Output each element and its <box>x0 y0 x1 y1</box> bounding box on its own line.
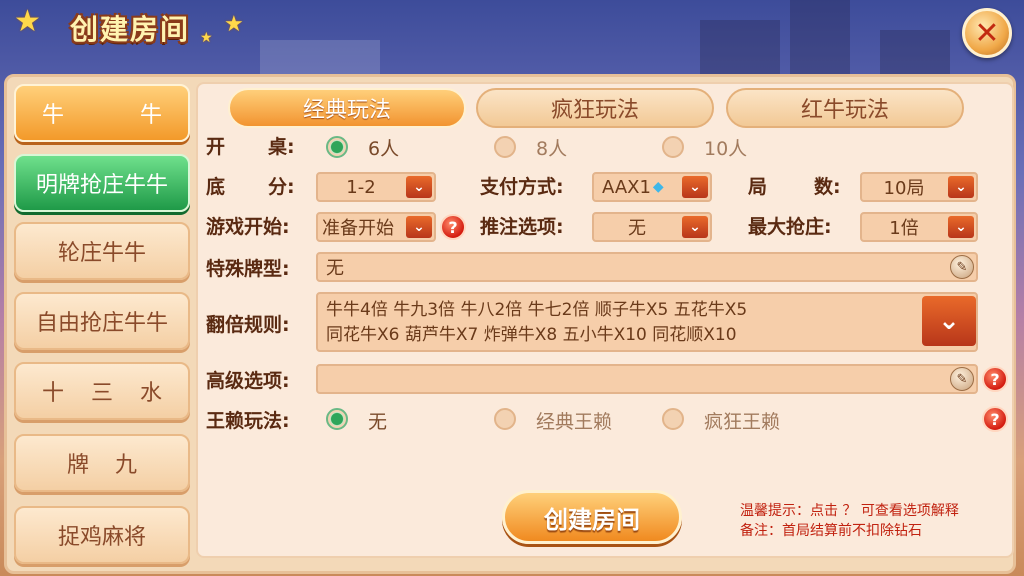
left-tab-label: 牛 <box>42 103 65 128</box>
left-tab-label: 水 <box>139 381 162 406</box>
left-tab-label: 牌 <box>67 453 90 478</box>
left-tab-paijiu[interactable]: 牌九 <box>14 434 190 492</box>
bet-option-select[interactable]: 无 ⌄ <box>592 212 712 242</box>
left-tab-label: 十 <box>42 381 65 406</box>
radio-label: 6人 <box>368 138 400 160</box>
payment-label: 支付方式: <box>480 176 564 198</box>
close-button[interactable]: ✕ <box>962 8 1012 58</box>
tab-label: 疯狂玩法 <box>550 98 639 123</box>
chevron-down-icon: ⌄ <box>682 176 708 198</box>
left-tab-label: 轮庄牛牛 <box>57 241 146 266</box>
base-score-label-b: 分: <box>268 176 295 198</box>
wildcard-label: 王赖玩法: <box>206 410 290 432</box>
radio-label: 10人 <box>704 138 748 160</box>
left-tab-zhuoji[interactable]: 捉鸡麻将 <box>14 506 190 564</box>
left-tab-label: 捉鸡麻将 <box>57 525 146 550</box>
tab-crazy[interactable]: 疯狂玩法 <box>476 88 714 128</box>
chevron-down-icon[interactable]: ⌄ <box>922 296 976 346</box>
tab-label: 红牛玩法 <box>800 98 889 123</box>
select-value: 1-2 <box>346 176 376 198</box>
chevron-down-icon: ⌄ <box>948 176 974 198</box>
max-banker-select[interactable]: 1倍 ⌄ <box>860 212 978 242</box>
table-label-b: 桌: <box>268 136 295 158</box>
star-icon: ★ <box>224 12 244 37</box>
close-icon: ✕ <box>974 15 1000 51</box>
radio-wildcard-crazy[interactable] <box>662 408 684 430</box>
radio-label: 疯狂王赖 <box>704 411 781 433</box>
double-rules-field[interactable]: 牛牛4倍 牛九3倍 牛八2倍 牛七2倍 顺子牛X5 五花牛X5 同花牛X6 葫芦… <box>316 292 978 352</box>
page-title: 创建房间 <box>40 6 220 50</box>
field-value: 无 <box>326 258 344 279</box>
select-value: 1倍 <box>889 218 919 239</box>
double-rules-label: 翻倍规则: <box>206 314 290 336</box>
chevron-down-icon: ⌄ <box>682 216 708 238</box>
radio-10-players[interactable] <box>662 136 684 158</box>
radio-6-players[interactable] <box>326 136 348 158</box>
tab-red-niu[interactable]: 红牛玩法 <box>726 88 964 128</box>
rounds-label-a: 局 <box>748 176 768 198</box>
note-text: 备注：首局结算前不扣除钻石 <box>740 523 922 539</box>
help-icon[interactable]: ? <box>982 406 1008 432</box>
radio-8-players[interactable] <box>494 136 516 158</box>
create-room-button[interactable]: 创建房间 <box>502 490 682 544</box>
left-tab-label: 牛 <box>139 103 162 128</box>
double-rules-line: 牛牛4倍 牛九3倍 牛八2倍 牛七2倍 顺子牛X5 五花牛X5 <box>326 300 748 320</box>
base-score-label-a: 底 <box>206 176 226 198</box>
bet-option-label: 推注选项: <box>480 216 564 238</box>
help-icon[interactable]: ? <box>440 214 466 240</box>
chevron-down-icon: ⌄ <box>406 216 432 238</box>
game-start-select[interactable]: 准备开始 ⌄ <box>316 212 436 242</box>
pin-icon[interactable]: ✎ <box>950 367 974 391</box>
radio-label: 经典王赖 <box>536 411 613 433</box>
radio-label: 无 <box>368 411 388 433</box>
tab-classic[interactable]: 经典玩法 <box>228 88 466 128</box>
advanced-field[interactable] <box>316 364 978 394</box>
left-tab-label: 三 <box>90 381 113 406</box>
base-score-select[interactable]: 1-2 ⌄ <box>316 172 436 202</box>
double-rules-line: 同花牛X6 葫芦牛X7 炸弹牛X8 五小牛X10 同花顺X10 <box>326 325 737 345</box>
left-tab-shisanshui[interactable]: 十三 水 <box>14 362 190 420</box>
select-value: 无 <box>628 218 646 239</box>
left-tab-niuniu[interactable]: 牛牛 <box>14 84 190 142</box>
star-icon: ★ <box>14 4 41 39</box>
create-room-label: 创建房间 <box>544 505 640 534</box>
diamond-icon: ◆ <box>652 179 664 195</box>
game-start-label: 游戏开始: <box>206 216 290 238</box>
tab-label: 经典玩法 <box>302 98 391 123</box>
payment-select[interactable]: AAX1 ◆ ⌄ <box>592 172 712 202</box>
left-tab-label: 明牌抢庄牛牛 <box>35 173 168 198</box>
left-tab-mingpai[interactable]: 明牌抢庄牛牛 <box>14 154 190 212</box>
chevron-down-icon: ⌄ <box>406 176 432 198</box>
radio-wildcard-classic[interactable] <box>494 408 516 430</box>
title-text: 创建房间 <box>69 13 190 46</box>
help-icon[interactable]: ? <box>982 366 1008 392</box>
radio-label: 8人 <box>536 138 568 160</box>
left-tab-ziyou[interactable]: 自由抢庄牛牛 <box>14 292 190 350</box>
rounds-select[interactable]: 10局 ⌄ <box>860 172 978 202</box>
hint-text: 温馨提示：点击 ？ 可查看选项解释 <box>740 503 959 519</box>
select-value: 10局 <box>883 178 925 199</box>
chevron-down-icon: ⌄ <box>948 216 974 238</box>
radio-wildcard-none[interactable] <box>326 408 348 430</box>
select-value: 准备开始 <box>322 218 394 239</box>
rounds-label-b: 数: <box>814 176 841 198</box>
left-tab-lunzhuang[interactable]: 轮庄牛牛 <box>14 222 190 280</box>
special-cards-label: 特殊牌型: <box>206 258 290 280</box>
select-value: AAX1 <box>602 176 651 198</box>
pin-icon[interactable]: ✎ <box>950 255 974 279</box>
max-banker-label: 最大抢庄: <box>748 216 832 238</box>
special-cards-field[interactable]: 无 <box>316 252 978 282</box>
left-tab-label: 九 <box>114 453 137 478</box>
advanced-label: 高级选项: <box>206 370 290 392</box>
table-label-a: 开 <box>206 136 226 158</box>
left-tab-label: 自由抢庄牛牛 <box>35 311 168 336</box>
